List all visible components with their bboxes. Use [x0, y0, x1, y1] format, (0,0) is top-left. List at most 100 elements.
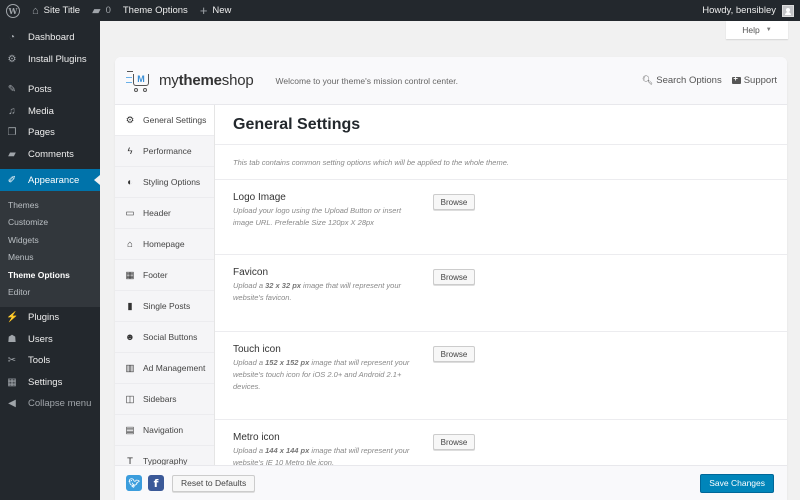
reset-defaults-button[interactable]: Reset to Defaults — [172, 474, 256, 492]
collapse-icon: ◀ — [8, 398, 16, 410]
collapse-menu-button[interactable]: ◀ Collapse menu — [0, 393, 100, 415]
bar-chart-icon: ▥ — [125, 362, 135, 374]
sidebar-item-label: Tools — [28, 355, 51, 367]
sidebar-item-comments[interactable]: ▰ Comments — [0, 144, 100, 166]
welcome-text: Welcome to your theme's mission control … — [275, 75, 458, 86]
search-options-link[interactable]: 🔍︎ Search Options — [642, 75, 722, 86]
submenu-item-editor[interactable]: Editor — [0, 284, 100, 302]
browse-button[interactable]: Browse — [433, 194, 475, 210]
tab-single-posts[interactable]: ▮ Single Posts — [115, 291, 214, 322]
bolt-icon: ϟ — [127, 145, 133, 157]
wordpress-menu[interactable]: W — [0, 0, 26, 21]
account-menu[interactable]: Howdy, bensibley — [696, 0, 800, 21]
tab-social-buttons[interactable]: ☻ Social Buttons — [115, 322, 214, 353]
theme-options-panel: M mythemeshop Welcome to your theme's mi… — [115, 57, 787, 500]
tab-label: Header — [143, 208, 171, 218]
option-description: Upload a 32 x 32 px image that will repr… — [233, 281, 402, 302]
comments-link[interactable]: ▰ 0 — [86, 0, 117, 21]
search-options-label: Search Options — [656, 75, 722, 86]
tab-general-settings[interactable]: ⚙ General Settings — [115, 105, 214, 136]
text-icon: T — [127, 455, 133, 466]
sidebar-item-posts[interactable]: ✎ Posts — [0, 79, 100, 101]
plugin-icon: ⚡ — [6, 312, 19, 324]
tab-styling-options[interactable]: ◐ Styling Options — [115, 167, 214, 198]
help-button[interactable]: Help ▼ — [726, 21, 788, 39]
gear-icon: ⚙ — [7, 53, 17, 65]
sidebar-item-label: Media — [28, 105, 54, 117]
option-description: Upload a 144 x 144 px image that will re… — [233, 446, 410, 465]
sidebar-item-label: Pages — [28, 127, 55, 139]
home-icon: ⌂ — [32, 4, 39, 17]
tab-label: Ad Management — [143, 363, 206, 373]
sidebar-item-dashboard[interactable]: ◔ Dashboard — [0, 27, 100, 49]
tab-ad-management[interactable]: ▥ Ad Management — [115, 353, 214, 384]
support-icon — [731, 74, 741, 84]
media-icon: ♫ — [8, 105, 16, 117]
wordpress-logo-icon: W — [6, 3, 20, 18]
browse-button[interactable]: Browse — [433, 269, 475, 285]
options-tabs: ⚙ General Settings ϟ Performance ◐ Styling Op… — [115, 105, 215, 465]
new-label: New — [212, 5, 232, 16]
comments-count: 0 — [105, 5, 111, 16]
sidebar-item-users[interactable]: ☗ Users — [0, 329, 100, 351]
comment-icon: ▰ — [8, 148, 16, 160]
support-link[interactable]: Support — [731, 74, 777, 86]
option-description: Upload your logo using the Upload Button… — [233, 206, 402, 227]
header-icon: ▭ — [125, 207, 135, 219]
facebook-icon: f — [153, 476, 159, 490]
submenu-item-themes[interactable]: Themes — [0, 196, 100, 214]
sidebar-item-label: Dashboard — [28, 32, 75, 44]
option-description: Upload a 152 x 152 px image that will re… — [233, 358, 410, 391]
save-changes-button[interactable]: Save Changes — [700, 473, 774, 493]
sidebar-item-appearance[interactable]: ✐ Appearance — [0, 169, 100, 191]
twitter-button[interactable]: 🐦︎ — [126, 475, 142, 491]
appearance-submenu: Themes Customize Widgets Menus Theme Opt… — [0, 191, 100, 307]
avatar — [782, 4, 794, 17]
facebook-button[interactable]: f — [148, 475, 164, 491]
tab-homepage[interactable]: ⌂ Homepage — [115, 229, 214, 260]
tab-label: Social Buttons — [143, 332, 198, 342]
sidebar-item-pages[interactable]: ❐ Pages — [0, 122, 100, 144]
browse-button[interactable]: Browse — [433, 346, 475, 362]
submenu-item-theme-options[interactable]: Theme Options — [0, 266, 100, 284]
sidebar-item-plugins[interactable]: ⚡ Plugins — [0, 307, 100, 329]
option-label: Touch icon — [233, 344, 281, 355]
contrast-icon: ◐ — [127, 176, 133, 188]
browse-button[interactable]: Browse — [433, 434, 475, 450]
submenu-item-customize[interactable]: Customize — [0, 214, 100, 232]
option-favicon: Favicon Upload a 32 x 32 px image that wi… — [215, 255, 787, 332]
site-title: Site Title — [43, 5, 81, 16]
sidebar-item-media[interactable]: ♫ Media — [0, 101, 100, 123]
paintbrush-icon: ✐ — [7, 174, 17, 186]
sidebar-item-label: Settings — [28, 376, 63, 388]
submenu-item-widgets[interactable]: Widgets — [0, 231, 100, 249]
sidebar-item-settings[interactable]: ▦ Settings — [0, 372, 100, 394]
user-icon: ☗ — [7, 333, 17, 345]
tab-footer[interactable]: ▦ Footer — [115, 260, 214, 291]
sidebar-item-install-plugins[interactable]: ⚙ Install Plugins — [0, 49, 100, 71]
tab-label: General Settings — [143, 115, 207, 125]
submenu-item-menus[interactable]: Menus — [0, 249, 100, 267]
comment-icon: ▰ — [92, 5, 101, 17]
page-description: This tab contains common setting options… — [215, 145, 787, 180]
sidebar-item-tools[interactable]: ✂ Tools — [0, 350, 100, 372]
sidebar-item-label: Plugins — [28, 312, 60, 324]
tab-header[interactable]: ▭ Header — [115, 198, 214, 229]
tab-navigation[interactable]: ▤ Navigation — [115, 415, 214, 446]
pin-icon: ✎ — [7, 84, 17, 96]
theme-options-link[interactable]: Theme Options — [117, 0, 194, 21]
sidebar-item-label: Comments — [28, 148, 74, 160]
tab-sidebars[interactable]: ◫ Sidebars — [115, 384, 214, 415]
sidebar-item-label: Appearance — [28, 174, 80, 186]
site-title-link[interactable]: ⌂ Site Title — [26, 0, 86, 21]
tab-label: Navigation — [143, 425, 184, 435]
tab-typography[interactable]: T Typography — [115, 446, 214, 466]
new-content-link[interactable]: + New — [194, 0, 238, 21]
help-label: Help — [742, 25, 760, 35]
tab-label: Performance — [143, 146, 192, 156]
tab-performance[interactable]: ϟ Performance — [115, 136, 214, 167]
brand-name: mythemeshop — [159, 72, 254, 89]
tab-label: Sidebars — [143, 394, 177, 404]
tab-label: Styling Options — [143, 177, 201, 187]
table-icon: ▦ — [125, 269, 135, 281]
